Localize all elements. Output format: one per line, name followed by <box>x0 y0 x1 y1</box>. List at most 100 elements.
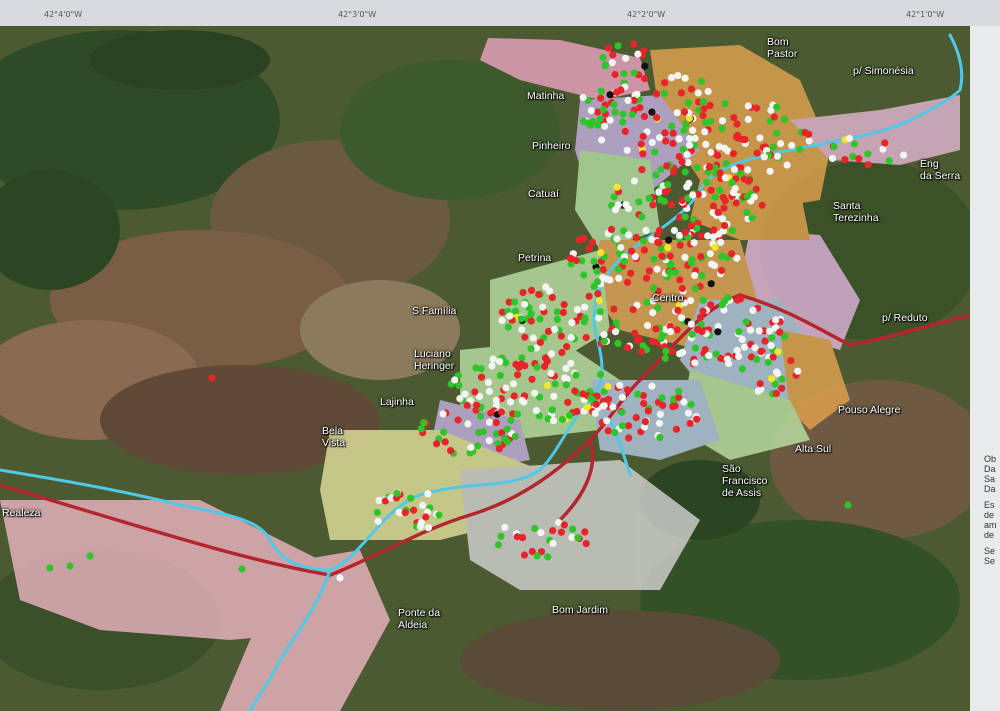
case-marker <box>666 252 674 260</box>
case-marker <box>521 333 529 341</box>
case-marker <box>718 125 726 133</box>
case-marker <box>539 303 547 311</box>
case-marker <box>665 236 673 244</box>
case-marker <box>733 120 741 128</box>
case-marker <box>574 534 582 542</box>
case-marker <box>687 222 695 230</box>
case-marker <box>625 231 633 239</box>
case-marker <box>635 336 643 344</box>
case-marker <box>728 179 736 187</box>
case-marker <box>738 365 746 373</box>
case-marker <box>492 419 500 427</box>
case-marker <box>608 59 616 67</box>
case-marker <box>645 267 653 275</box>
case-marker <box>669 139 677 147</box>
case-marker <box>639 150 647 158</box>
case-marker <box>484 378 493 386</box>
case-marker <box>609 403 617 411</box>
place-label-bom-pastor: Bom Pastor <box>767 36 798 60</box>
case-marker <box>527 310 535 318</box>
case-marker <box>741 136 749 144</box>
case-marker <box>850 140 858 148</box>
case-marker <box>613 235 621 243</box>
case-marker <box>645 194 653 202</box>
case-marker <box>592 400 600 408</box>
case-marker <box>507 416 515 424</box>
case-marker <box>644 407 652 415</box>
case-marker <box>691 134 699 142</box>
case-marker <box>746 326 755 334</box>
case-marker <box>568 319 576 327</box>
case-marker <box>702 140 710 148</box>
case-marker <box>778 375 786 383</box>
case-marker <box>689 191 697 199</box>
case-marker <box>401 508 409 517</box>
case-marker <box>601 122 609 130</box>
case-marker <box>681 213 689 221</box>
case-marker <box>559 308 568 316</box>
case-marker <box>773 129 781 137</box>
case-marker <box>604 382 612 390</box>
coordinate-bar: 42°4'0"W 42°3'0"W 42°2'0"W 42°1'0"W <box>0 0 1000 26</box>
case-marker <box>616 381 624 389</box>
case-marker <box>706 101 714 109</box>
case-marker <box>648 382 656 390</box>
case-marker <box>761 337 769 345</box>
case-marker <box>673 109 681 117</box>
case-marker <box>707 117 715 125</box>
case-marker <box>736 295 745 303</box>
case-marker <box>687 320 695 328</box>
case-marker <box>690 239 698 247</box>
case-marker <box>506 398 515 406</box>
place-label-santa-terezinha: Santa Terezinha <box>833 200 879 224</box>
case-marker <box>684 409 693 417</box>
place-label-pinheiro: Pinheiro <box>532 140 571 152</box>
case-marker <box>407 494 415 502</box>
case-marker <box>565 411 574 419</box>
place-label-s-familia: S Família <box>412 305 457 317</box>
case-marker <box>471 388 479 396</box>
case-marker <box>704 87 712 96</box>
case-marker <box>503 425 511 433</box>
case-marker <box>675 135 683 143</box>
case-marker <box>699 296 707 304</box>
case-marker <box>750 193 758 201</box>
case-marker <box>567 255 576 263</box>
case-marker <box>725 359 733 368</box>
case-marker <box>485 418 493 426</box>
case-marker <box>582 540 590 548</box>
case-marker <box>679 348 687 356</box>
case-marker <box>661 188 670 196</box>
case-marker <box>619 110 627 118</box>
case-marker <box>615 274 623 282</box>
case-marker <box>705 163 714 171</box>
case-marker <box>755 327 763 335</box>
case-marker <box>691 271 699 279</box>
satellite-map[interactable] <box>0 26 970 711</box>
case-marker <box>677 89 686 97</box>
case-marker <box>648 138 656 147</box>
legend-text-line: de <box>984 530 995 540</box>
case-marker <box>528 375 536 383</box>
case-marker <box>707 186 715 194</box>
case-marker <box>674 306 682 314</box>
case-marker <box>581 303 589 311</box>
case-marker <box>573 407 581 416</box>
case-marker <box>435 511 443 519</box>
case-marker <box>881 139 889 147</box>
place-label-catuai: Catuaí <box>528 188 559 200</box>
case-marker <box>510 298 519 306</box>
case-marker <box>641 62 649 70</box>
case-marker <box>492 396 500 404</box>
case-marker <box>617 86 625 94</box>
case-marker <box>639 132 647 140</box>
case-marker <box>693 415 701 423</box>
case-marker <box>634 390 642 398</box>
case-marker <box>595 297 604 305</box>
case-marker <box>625 434 633 442</box>
case-marker <box>783 161 791 169</box>
case-marker <box>502 384 510 392</box>
case-marker <box>420 419 428 427</box>
case-marker <box>698 328 706 336</box>
case-marker <box>627 269 635 277</box>
